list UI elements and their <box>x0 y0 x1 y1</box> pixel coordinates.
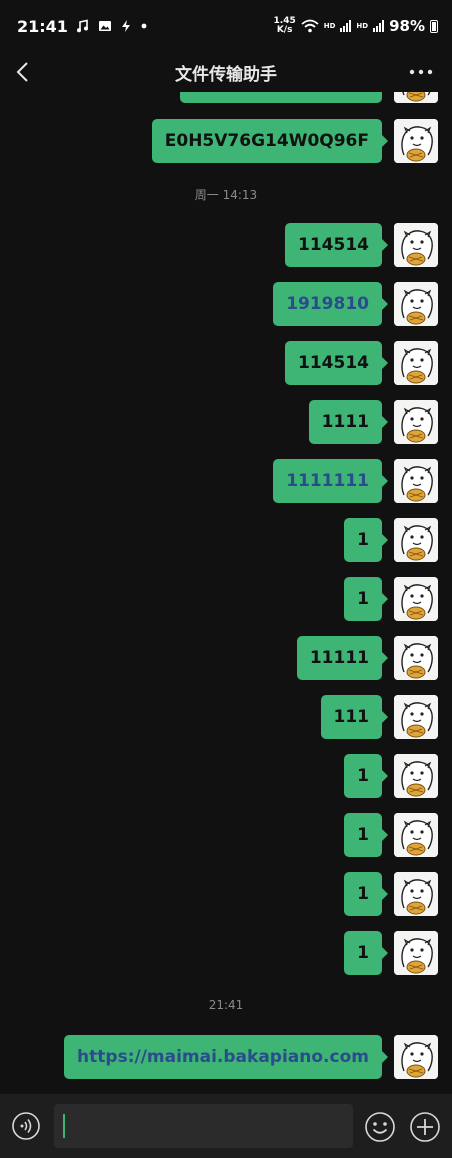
message-row: 114514 <box>285 341 438 385</box>
hd-label-1: HD <box>323 22 336 30</box>
avatar[interactable] <box>394 459 438 503</box>
message-bubble[interactable]: 1 <box>344 813 388 857</box>
more-icon[interactable] <box>408 60 434 84</box>
message-row: E0H5V76G14W0Q96F <box>151 119 438 163</box>
message-bubble[interactable]: 1 <box>344 754 388 798</box>
net-speed: 1.45 K/s <box>274 17 296 35</box>
avatar[interactable] <box>394 754 438 798</box>
message-row: 1 <box>344 754 438 798</box>
avatar[interactable] <box>394 518 438 562</box>
timestamp: 周一 14:13 <box>194 188 258 202</box>
message-row: 1 <box>344 872 438 916</box>
message-bubble[interactable]: 1111 <box>308 400 389 444</box>
avatar[interactable] <box>394 119 438 163</box>
message-row: 1 <box>344 577 438 621</box>
clock: 21:41 <box>17 16 68 36</box>
message-bubble[interactable]: 1 <box>344 518 388 562</box>
message-row <box>180 92 438 103</box>
avatar[interactable] <box>394 636 438 680</box>
voice-icon[interactable] <box>11 1111 41 1141</box>
avatar[interactable] <box>394 872 438 916</box>
page-title: 文件传输助手 <box>175 64 277 85</box>
avatar[interactable] <box>394 92 438 103</box>
message-row: 11111 <box>296 636 438 680</box>
battery-percent: 98% <box>389 17 425 35</box>
message-bubble[interactable]: 11111 <box>296 636 389 680</box>
message-bubble[interactable]: 1 <box>344 577 388 621</box>
message-row: 1 <box>344 931 438 975</box>
avatar[interactable] <box>394 577 438 621</box>
avatar[interactable] <box>394 223 438 267</box>
message-bubble[interactable]: 1 <box>344 872 388 916</box>
message-bubble[interactable]: 1111111 <box>273 459 388 503</box>
wifi-icon <box>301 19 319 33</box>
plus-icon[interactable] <box>409 1111 441 1143</box>
back-icon[interactable] <box>12 56 36 88</box>
message-bubble[interactable] <box>180 92 382 103</box>
message-row: 1 <box>344 518 438 562</box>
message-row: 1111 <box>308 400 438 444</box>
avatar[interactable] <box>394 1035 438 1079</box>
message-bubble[interactable]: 114514 <box>285 341 388 385</box>
message-bubble[interactable]: 1 <box>344 931 388 975</box>
input-bar <box>0 1094 452 1158</box>
hd-label-2: HD <box>356 22 369 30</box>
avatar[interactable] <box>394 341 438 385</box>
status-bar-right: 1.45 K/s HD HD 98% <box>274 17 438 35</box>
text-caret <box>63 1114 65 1138</box>
message-row: 114514 <box>285 223 438 267</box>
image-icon <box>98 21 111 31</box>
avatar[interactable] <box>394 695 438 739</box>
message-row: 111 <box>320 695 438 739</box>
battery-icon <box>430 19 438 33</box>
status-bar-left: 21:41 <box>17 17 148 36</box>
chat-area[interactable]: E0H5V76G14W0Q96F 周一 14:13 114514 1919810… <box>0 92 452 1094</box>
message-row: 1919810 <box>273 282 438 326</box>
message-row: 1111111 <box>273 459 438 503</box>
music-note-icon <box>76 19 88 33</box>
bolt-icon <box>121 20 130 32</box>
net-speed-unit: K/s <box>276 25 293 35</box>
signal-icon-2 <box>373 20 385 32</box>
status-bar: 21:41 1.45 K/s HD HD 98% <box>0 0 452 52</box>
message-row: 1 <box>344 813 438 857</box>
signal-icon-1 <box>340 20 352 32</box>
message-bubble[interactable]: https://maimai.bakapiano.com <box>64 1035 388 1079</box>
avatar[interactable] <box>394 931 438 975</box>
avatar[interactable] <box>394 813 438 857</box>
emoji-icon[interactable] <box>364 1111 396 1143</box>
avatar[interactable] <box>394 282 438 326</box>
message-bubble[interactable]: 111 <box>320 695 388 739</box>
avatar[interactable] <box>394 400 438 444</box>
message-bubble[interactable]: E0H5V76G14W0Q96F <box>151 119 389 163</box>
message-row: https://maimai.bakapiano.com <box>64 1035 438 1079</box>
message-bubble[interactable]: 114514 <box>285 223 388 267</box>
dot-icon <box>141 23 147 29</box>
timestamp: 21:41 <box>208 998 244 1012</box>
navbar: 文件传输助手 <box>0 52 452 92</box>
message-bubble[interactable]: 1919810 <box>273 282 388 326</box>
message-input[interactable] <box>54 1104 353 1148</box>
